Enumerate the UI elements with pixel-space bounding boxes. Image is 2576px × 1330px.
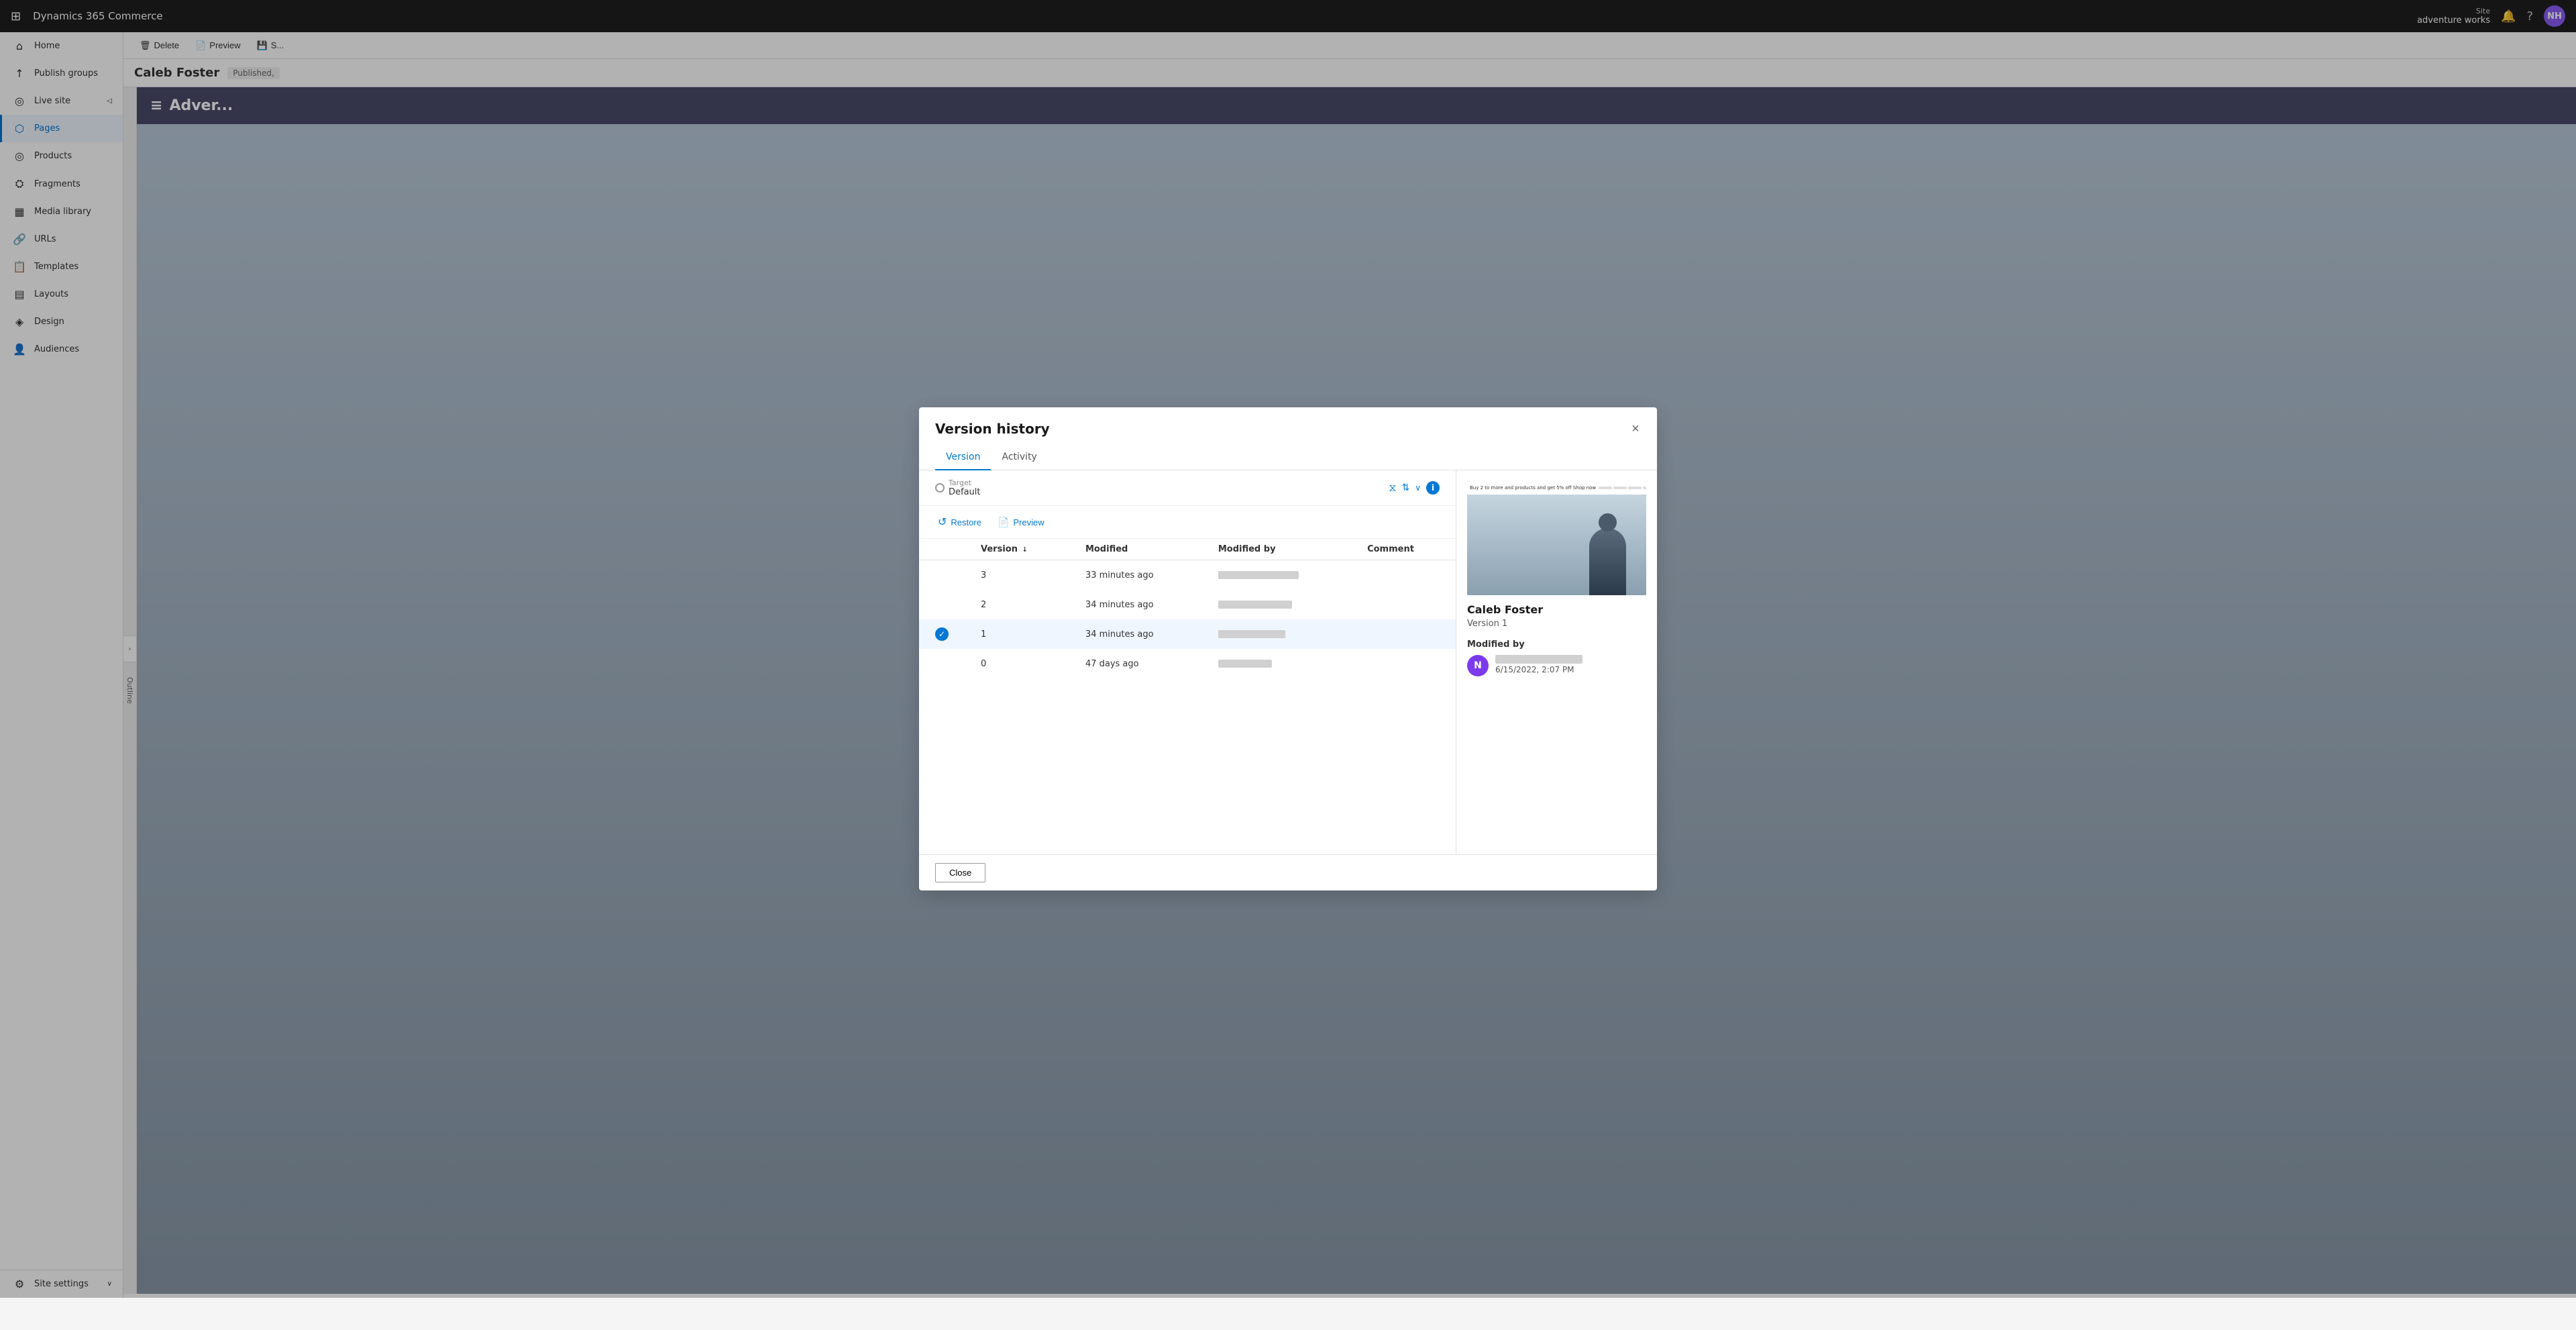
action-bar: Target Default ⧖ ⇅ ∨ i (919, 470, 1456, 506)
action-bar-left: Target Default (935, 478, 981, 497)
modal-footer: Close (919, 854, 1657, 890)
row-modified: 33 minutes ago (1069, 560, 1202, 591)
target-label: Target (949, 478, 981, 487)
col-modified-by: Modified by (1202, 539, 1351, 560)
row-version: 1 (965, 619, 1069, 649)
info-icon[interactable]: i (1426, 481, 1440, 495)
tab-version[interactable]: Version (935, 445, 991, 470)
version-table: Version ↓ Modified Modified by (919, 539, 1456, 854)
preview-version-button[interactable]: 📄 Preview (995, 514, 1047, 531)
modified-info: 6/15/2022, 2:07 PM (1495, 655, 1582, 674)
target-value: Default (949, 487, 981, 497)
preview-nav-dot (1613, 487, 1627, 489)
preview-logo: Buy 2 to more and products and get 5% of… (1470, 485, 1596, 491)
modified-by-blur (1218, 660, 1272, 668)
row-modified: 34 minutes ago (1069, 619, 1202, 649)
modified-by-blur (1218, 601, 1292, 609)
preview-person-silhouette (1589, 528, 1626, 595)
preview-nav-dot (1643, 487, 1646, 489)
row-check (919, 649, 965, 678)
row-check (919, 560, 965, 591)
preview-nav-dot (1599, 487, 1612, 489)
row-modified-by (1202, 560, 1351, 591)
preview-person-head (1599, 513, 1617, 531)
modal-right-panel: Buy 2 to more and products and get 5% of… (1456, 470, 1657, 854)
filter-icon[interactable]: ⧖ (1389, 481, 1396, 495)
col-modified: Modified (1069, 539, 1202, 560)
unchecked-icon (935, 568, 949, 582)
row-version: 0 (965, 649, 1069, 678)
row-modified: 47 days ago (1069, 649, 1202, 678)
row-check: ✓ (919, 619, 965, 649)
table-row[interactable]: ✓ 1 34 minutes ago (919, 619, 1456, 649)
col-comment: Comment (1351, 539, 1456, 560)
preview-nav-dot (1628, 487, 1642, 489)
row-modified-by (1202, 649, 1351, 678)
modified-by-row: N 6/15/2022, 2:07 PM (1467, 655, 1646, 676)
modified-by-blur (1218, 630, 1285, 638)
modified-date: 6/15/2022, 2:07 PM (1495, 665, 1582, 674)
modified-name-blur (1495, 655, 1582, 664)
row-comment (1351, 619, 1456, 649)
col-version[interactable]: Version ↓ (965, 539, 1069, 560)
preview-image: Buy 2 to more and products and get 5% of… (1467, 481, 1646, 595)
right-panel-version: Version 1 (1467, 619, 1646, 629)
modal-left-panel: Target Default ⧖ ⇅ ∨ i ↺ (919, 470, 1456, 854)
version-history-table: Version ↓ Modified Modified by (919, 539, 1456, 678)
modal-body: Target Default ⧖ ⇅ ∨ i ↺ (919, 470, 1657, 854)
tab-activity-label: Activity (1002, 452, 1036, 462)
tab-activity[interactable]: Activity (991, 445, 1047, 470)
preview-version-label: Preview (1013, 517, 1044, 527)
sort-icon[interactable]: ⇅ (1401, 482, 1409, 493)
row-version: 2 (965, 590, 1069, 619)
modal-tabs: Version Activity (919, 445, 1657, 470)
modified-avatar-initial: N (1474, 660, 1482, 671)
restore-icon: ↺ (938, 515, 947, 529)
version-history-modal: Version history × Version Activity (919, 407, 1657, 890)
close-button[interactable]: Close (935, 863, 985, 882)
tab-version-label: Version (946, 452, 980, 462)
preview-version-icon: 📄 (998, 517, 1009, 528)
target-circle-icon (935, 483, 945, 493)
modified-by-blur (1218, 571, 1299, 579)
table-row[interactable]: 2 34 minutes ago (919, 590, 1456, 619)
modal-close-button[interactable]: × (1625, 418, 1646, 440)
unchecked-icon (935, 598, 949, 611)
table-row[interactable]: 3 33 minutes ago (919, 560, 1456, 591)
checked-icon: ✓ (935, 627, 949, 641)
close-label: Close (949, 868, 971, 878)
right-panel-title: Caleb Foster (1467, 603, 1646, 616)
row-modified-by (1202, 619, 1351, 649)
table-row[interactable]: 0 47 days ago (919, 649, 1456, 678)
target-info: Target Default (935, 478, 981, 497)
row-comment (1351, 649, 1456, 678)
preview-hero-image (1467, 495, 1646, 595)
modified-by-section-label: Modified by (1467, 640, 1646, 650)
row-comment (1351, 560, 1456, 591)
modal-overlay: Version history × Version Activity (0, 0, 2576, 1298)
row-modified-by (1202, 590, 1351, 619)
row-check (919, 590, 965, 619)
col-check (919, 539, 965, 560)
action-bar-right: ⧖ ⇅ ∨ i (1389, 481, 1440, 495)
unchecked-icon (935, 657, 949, 670)
modal-title: Version history (935, 421, 1641, 437)
chevron-down-icon[interactable]: ∨ (1415, 483, 1421, 493)
restore-button[interactable]: ↺ Restore (935, 513, 984, 531)
restore-label: Restore (951, 517, 981, 527)
row-version: 3 (965, 560, 1069, 591)
row-comment (1351, 590, 1456, 619)
preview-nav (1599, 487, 1646, 489)
preview-top-bar: Buy 2 to more and products and get 5% of… (1467, 481, 1646, 495)
modified-avatar: N (1467, 655, 1489, 676)
sort-version-icon: ↓ (1022, 546, 1028, 554)
target-label-group: Target Default (949, 478, 981, 497)
modal-header: Version history (919, 407, 1657, 445)
row-modified: 34 minutes ago (1069, 590, 1202, 619)
